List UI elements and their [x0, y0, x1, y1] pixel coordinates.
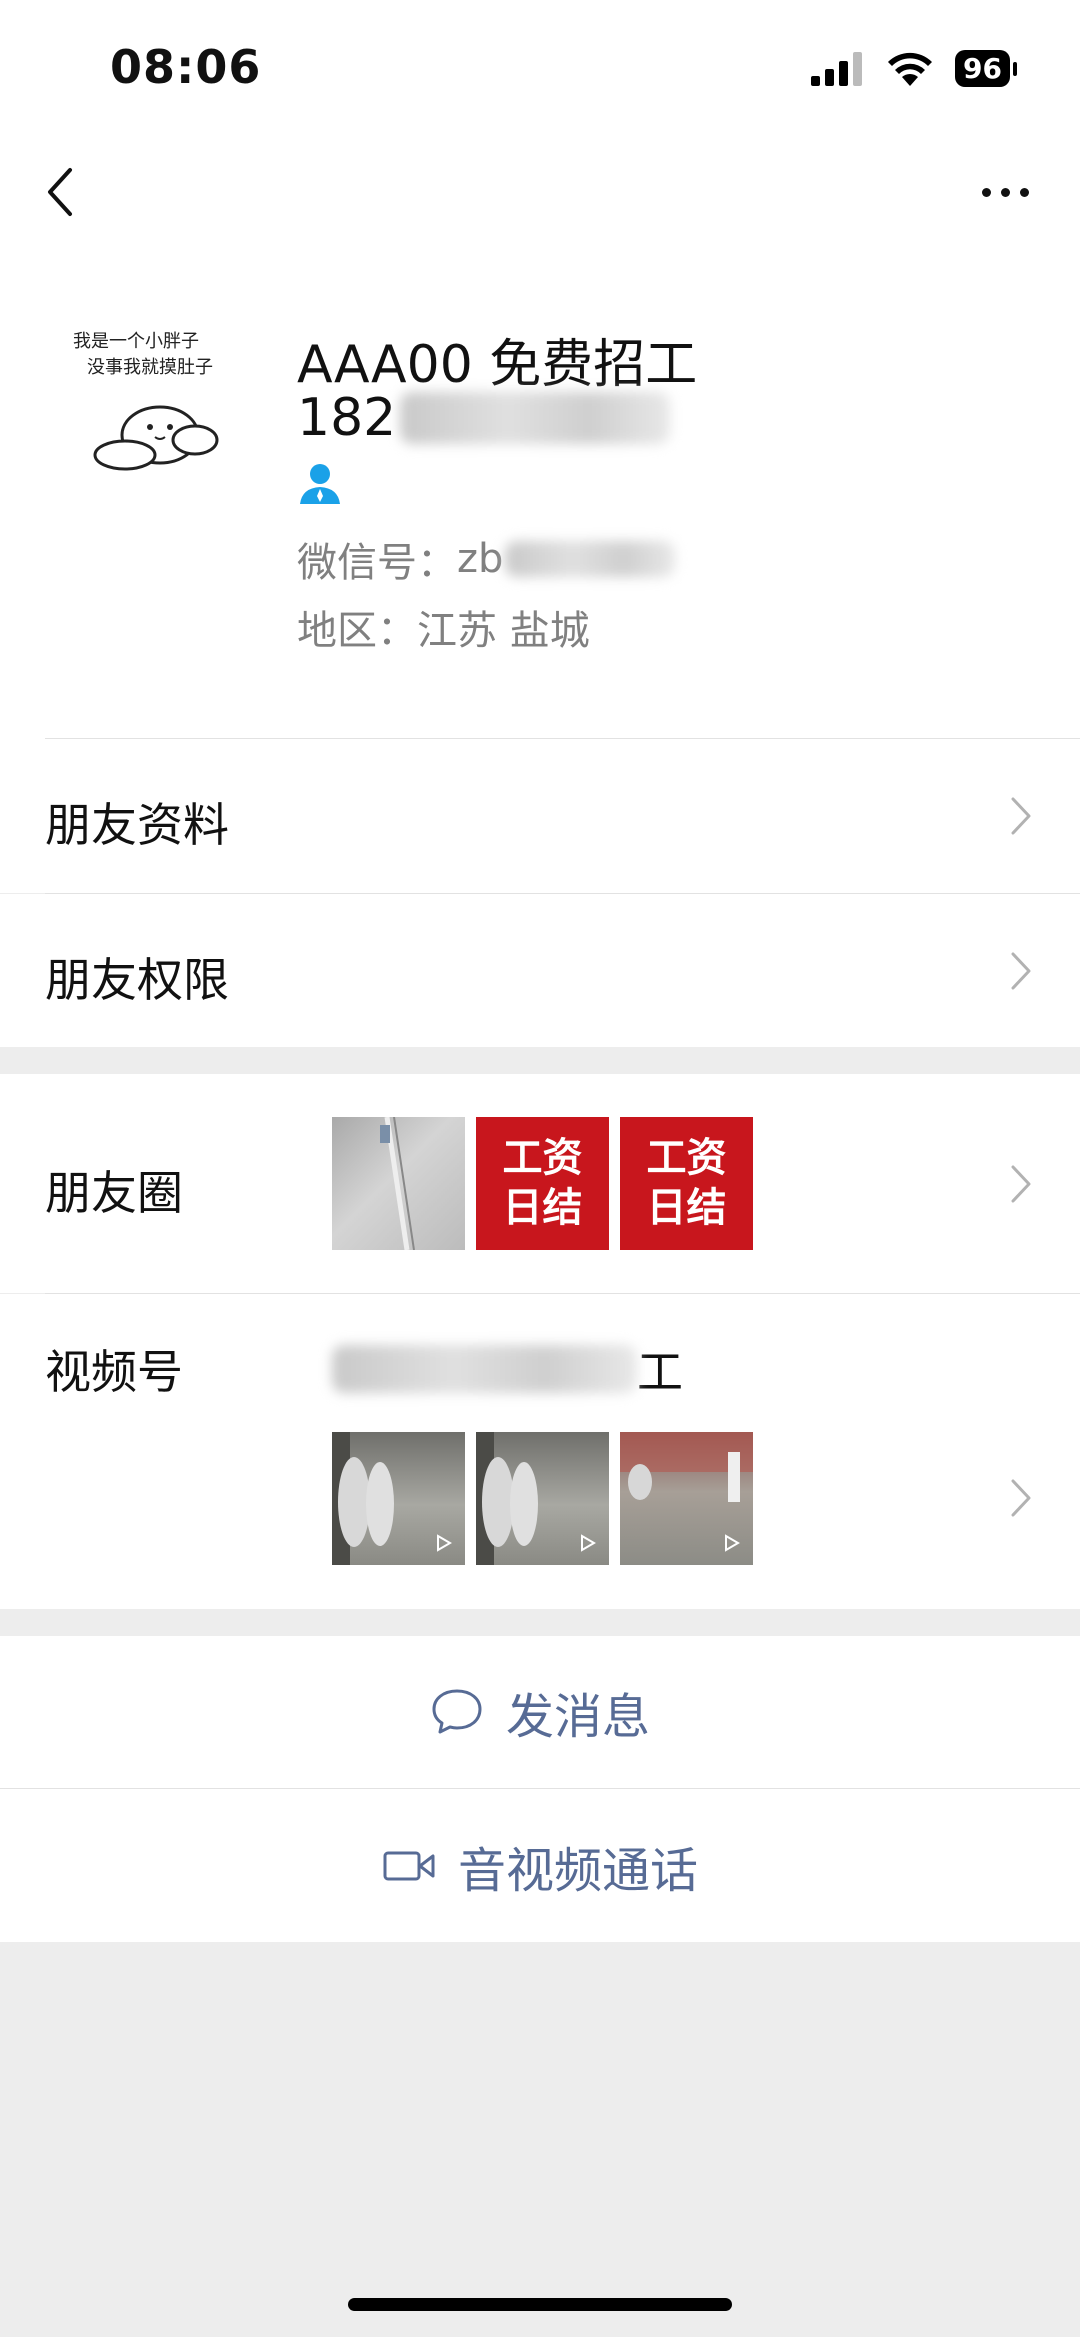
channels-video-image: [332, 1432, 452, 1565]
moments-text-thumb: 工资 日结: [476, 1117, 609, 1250]
avatar[interactable]: 我是一个小胖子 没事我就摸肚子: [65, 325, 245, 505]
profile-header: 我是一个小胖子 没事我就摸肚子 AAA00 免费招工 182 微信号： zb 地…: [0, 250, 1080, 740]
region: 地区：江苏 盐城: [297, 608, 590, 654]
moments-thumb-line2: 日结: [646, 1184, 727, 1231]
back-button[interactable]: [40, 162, 100, 222]
moments-thumb-line1: 工资: [502, 1134, 583, 1181]
wechat-id-label: 微信号：: [297, 540, 457, 586]
more-dot-icon: [981, 187, 991, 197]
wechat-id-redacted: [505, 541, 676, 577]
channels-name: 工: [332, 1336, 683, 1402]
moments-thumb-line2: 日结: [502, 1184, 583, 1231]
avatar-image: 我是一个小胖子 没事我就摸肚子: [65, 325, 245, 505]
avatar-text-line2: 没事我就摸肚子: [87, 357, 213, 378]
status-bar: 08:06 96: [0, 0, 1080, 140]
send-message-label: 发消息: [505, 1689, 650, 1745]
phone-redacted: [400, 392, 671, 444]
moments-text-thumb: 工资 日结: [620, 1117, 753, 1250]
play-icon: [581, 1534, 596, 1552]
channels-name-redacted: [332, 1345, 637, 1393]
moments-label: 朋友圈: [45, 1166, 183, 1220]
chevron-right-icon: [1011, 797, 1031, 835]
video-call-button[interactable]: 音视频通话: [0, 1789, 1080, 1942]
channels-video-image: [620, 1432, 753, 1552]
wechat-id-visible: zb: [457, 536, 504, 582]
friend-profile-label: 朋友资料: [45, 798, 229, 852]
moments-row[interactable]: 朋友圈 工资 日结 工资 日结: [0, 1074, 1080, 1293]
wifi-icon: [888, 52, 933, 86]
avatar-text-line1: 我是一个小胖子: [73, 331, 199, 352]
more-dot-icon: [1000, 187, 1010, 197]
friend-permissions-row[interactable]: 朋友权限: [0, 894, 1080, 1047]
chevron-right-icon: [1011, 952, 1031, 990]
video-call-label: 音视频通话: [457, 1842, 698, 1899]
play-icon: [437, 1534, 452, 1552]
friend-profile-row[interactable]: 朋友资料: [0, 739, 1080, 893]
phone-number: 182: [297, 388, 671, 448]
chat-bubble-icon: [432, 1689, 482, 1734]
status-icons: 96: [811, 50, 1017, 87]
channels-name-visible: 工: [637, 1345, 683, 1399]
play-icon: [725, 1534, 740, 1552]
more-button[interactable]: [970, 162, 1040, 222]
channels-row[interactable]: 视频号 工: [0, 1294, 1080, 1609]
friend-permissions-label: 朋友权限: [45, 953, 229, 1007]
chevron-left-icon: [48, 168, 72, 216]
more-dot-icon: [1019, 187, 1029, 197]
status-time: 08:06: [110, 40, 262, 94]
channels-video-thumb: [620, 1432, 753, 1565]
nav-bar: [0, 140, 1080, 250]
channels-label: 视频号: [45, 1345, 183, 1399]
wechat-id: 微信号： zb: [297, 530, 676, 588]
moments-photo-thumb: [332, 1117, 465, 1250]
channels-video-thumb: [476, 1432, 609, 1565]
moments-photo-image: [380, 1117, 415, 1250]
nickname: AAA00 免费招工: [297, 335, 698, 395]
chevron-right-icon: [1011, 1165, 1031, 1203]
send-message-button[interactable]: 发消息: [0, 1636, 1080, 1788]
channels-video-thumb: [332, 1432, 465, 1565]
phone-visible: 182: [297, 388, 397, 448]
chevron-right-icon: [1011, 1479, 1031, 1517]
contact-person-icon: [300, 464, 340, 504]
battery-indicator: 96: [955, 50, 1017, 87]
moments-thumb-line1: 工资: [646, 1134, 727, 1181]
channels-video-image: [476, 1432, 596, 1565]
signal-icon: [811, 51, 863, 86]
video-camera-icon: [383, 1851, 435, 1880]
home-indicator: [348, 2298, 732, 2311]
